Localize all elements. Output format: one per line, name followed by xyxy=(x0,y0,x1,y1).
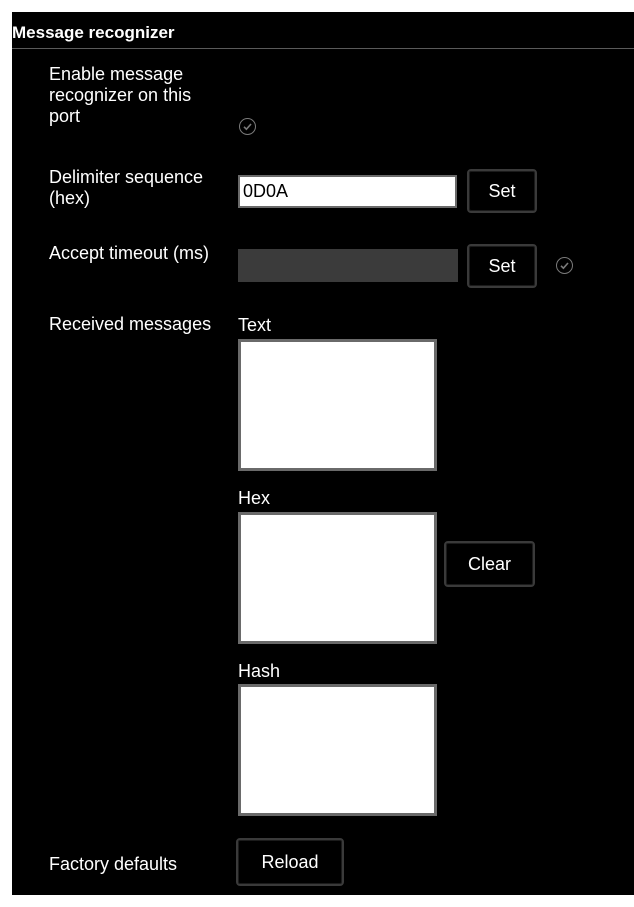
hash-caption: Hash xyxy=(238,661,281,681)
delimiter-set-button[interactable]: Set xyxy=(467,169,537,213)
enable-recognizer-label: Enable message recognizer on this port xyxy=(49,64,192,126)
timeout-set-button[interactable]: Set xyxy=(467,244,537,288)
received-hash-area[interactable] xyxy=(238,684,437,816)
received-text-area[interactable] xyxy=(238,339,437,471)
accept-timeout-label: Accept timeout (ms) xyxy=(49,243,210,263)
check-circle-icon[interactable] xyxy=(239,118,256,135)
delimiter-sequence-input[interactable] xyxy=(238,175,457,208)
section-title: Message recognizer xyxy=(12,23,175,42)
message-recognizer-panel: Message recognizer Enable message recogn… xyxy=(12,12,634,895)
check-circle-icon[interactable] xyxy=(556,257,573,274)
factory-defaults-label: Factory defaults xyxy=(49,854,178,874)
text-caption: Text xyxy=(238,315,272,335)
accept-timeout-input[interactable] xyxy=(238,249,458,282)
clear-button[interactable]: Clear xyxy=(444,541,535,587)
section-header: Message recognizer xyxy=(12,12,634,49)
received-hex-area[interactable] xyxy=(238,512,437,644)
reload-button[interactable]: Reload xyxy=(236,838,344,886)
received-messages-label: Received messages xyxy=(49,314,212,334)
delimiter-sequence-label: Delimiter sequence (hex) xyxy=(49,167,204,208)
hex-caption: Hex xyxy=(238,488,271,508)
